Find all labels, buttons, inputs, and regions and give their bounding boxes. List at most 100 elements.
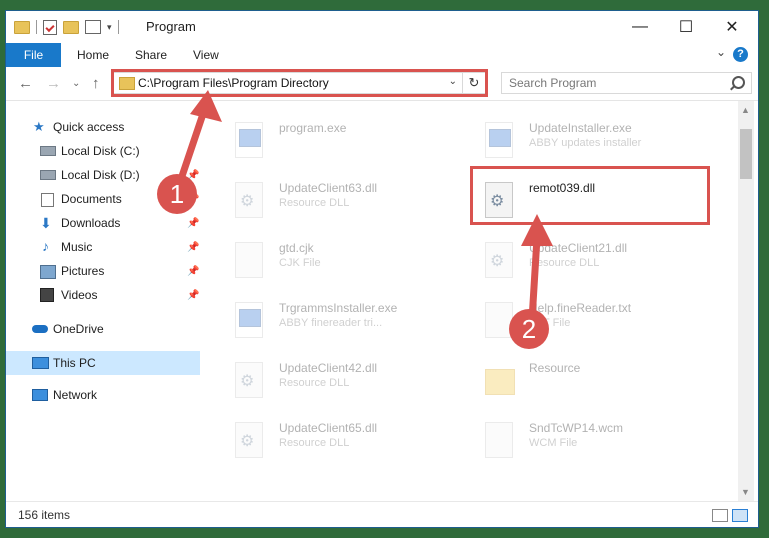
- separator: [36, 20, 37, 34]
- forward-button[interactable]: →: [46, 75, 61, 92]
- file-type: Resource DLL: [279, 377, 350, 389]
- file-name: UpdateClient65.dll: [279, 421, 378, 435]
- back-button[interactable]: ←: [18, 75, 33, 92]
- file-name: UpdateClient63.dll: [279, 181, 378, 195]
- file-name: Resource: [529, 361, 581, 375]
- file-item[interactable]: UpdateClient65.dll Resource DLL: [227, 417, 467, 467]
- dll-icon: [235, 422, 263, 458]
- sidebar-item-label: This PC: [53, 356, 96, 370]
- star-icon: ★: [33, 119, 45, 134]
- file-item[interactable]: program.exe: [227, 117, 467, 167]
- scroll-thumb[interactable]: [740, 129, 752, 179]
- file-type: Resource DLL: [279, 437, 350, 449]
- pin-icon: 📌: [187, 241, 200, 253]
- file-type: ABBY finereader tri...: [279, 317, 383, 329]
- customize-dropdown-icon[interactable]: ▾: [107, 22, 112, 33]
- exe-icon: [485, 122, 513, 158]
- file-item[interactable]: UpdateClient42.dll Resource DLL: [227, 357, 467, 407]
- file-name: program.exe: [279, 121, 347, 135]
- file-item[interactable]: TrgrammsInstaller.exe ABBY finereader tr…: [227, 297, 467, 347]
- file-icon: [485, 422, 513, 458]
- sidebar-item-network[interactable]: Network: [6, 383, 200, 407]
- download-icon: ⬇: [40, 215, 52, 231]
- step-1-badge: 1: [157, 174, 197, 214]
- file-name: UpdateClient42.dll: [279, 361, 378, 375]
- properties-icon[interactable]: [43, 19, 57, 35]
- dll-icon: [235, 182, 263, 218]
- music-icon: ♪: [42, 238, 49, 254]
- scroll-up-icon[interactable]: ▲: [741, 105, 750, 115]
- sidebar-item-label: Network: [53, 388, 98, 402]
- file-icon: [235, 242, 263, 278]
- sidebar-item-onedrive[interactable]: OneDrive: [6, 317, 200, 341]
- help-icon[interactable]: ?: [733, 47, 748, 62]
- file-list: program.exe UpdateInstaller.exe ABBY upd…: [202, 101, 738, 501]
- drive-icon: [40, 146, 56, 156]
- expand-ribbon-icon[interactable]: ⌄: [716, 45, 726, 59]
- file-item[interactable]: SndTcWP14.wcm WCM File: [477, 417, 717, 467]
- folder-icon[interactable]: [14, 20, 30, 34]
- file-type: CJK File: [279, 257, 321, 269]
- pin-icon: 📌: [187, 265, 200, 277]
- file-name: gtd.cjk: [279, 241, 314, 255]
- details-view-icon[interactable]: [712, 509, 728, 522]
- up-button[interactable]: ↑: [92, 75, 100, 92]
- sidebar-item-pictures[interactable]: Pictures 📌: [6, 259, 200, 283]
- videos-icon: [40, 288, 54, 302]
- sidebar-item-label: Documents: [61, 192, 122, 206]
- sidebar-item-label: Quick access: [53, 120, 125, 134]
- search-input[interactable]: Search Program: [501, 72, 752, 94]
- view-icon[interactable]: [85, 20, 101, 34]
- recent-locations-button[interactable]: ⌄: [72, 78, 80, 89]
- drive-icon: [40, 170, 56, 180]
- folder-icon: [485, 369, 515, 395]
- sidebar-item-music[interactable]: ♪ Music 📌: [6, 235, 200, 259]
- exe-icon: [235, 122, 263, 158]
- pin-icon: 📌: [187, 217, 200, 229]
- minimize-button[interactable]: —: [617, 11, 663, 43]
- maximize-button[interactable]: ☐: [663, 11, 709, 43]
- cloud-icon: [32, 325, 48, 333]
- step-2-badge: 2: [509, 309, 549, 349]
- item-count: 156 items: [18, 508, 71, 522]
- tab-share[interactable]: Share: [135, 43, 167, 67]
- sidebar-item-label: Local Disk (C:): [61, 144, 140, 158]
- file-item[interactable]: gtd.cjk CJK File: [227, 237, 467, 287]
- computer-icon: [32, 357, 49, 369]
- vertical-scrollbar[interactable]: ▲ ▼: [738, 101, 754, 501]
- new-folder-icon[interactable]: [63, 20, 79, 34]
- file-type: ABBY updates installer: [529, 137, 642, 149]
- sidebar-item-downloads[interactable]: ⬇ Downloads 📌: [6, 211, 200, 235]
- sidebar-item-label: Local Disk (D:): [61, 168, 140, 182]
- dll-icon: [235, 362, 263, 398]
- file-name: UpdateInstaller.exe: [529, 121, 632, 135]
- tab-home[interactable]: Home: [77, 43, 109, 67]
- scroll-down-icon[interactable]: ▼: [741, 487, 750, 497]
- ribbon-tabs: File Home Share View ⌄ ?: [6, 43, 758, 93]
- search-placeholder: Search Program: [509, 76, 597, 90]
- network-icon: [32, 389, 48, 401]
- pictures-icon: [40, 265, 56, 279]
- title-bar: ▾ Program — ☐ ✕: [6, 11, 758, 43]
- exe-icon: [235, 302, 263, 338]
- tab-view[interactable]: View: [193, 43, 219, 67]
- file-name: TrgrammsInstaller.exe: [279, 301, 398, 315]
- large-icons-view-icon[interactable]: [732, 509, 748, 522]
- quick-access-toolbar: ▾: [14, 19, 119, 35]
- file-name: SndTcWP14.wcm: [529, 421, 624, 435]
- sidebar-item-this-pc[interactable]: This PC: [6, 351, 200, 375]
- close-button[interactable]: ✕: [709, 11, 755, 43]
- sidebar-item-label: Downloads: [61, 216, 121, 230]
- file-type: WCM File: [529, 437, 578, 449]
- sidebar-item-label: OneDrive: [53, 322, 104, 336]
- file-type: Resource DLL: [279, 197, 350, 209]
- sidebar-item-label: Pictures: [61, 264, 105, 278]
- status-bar: 156 items: [6, 501, 758, 527]
- search-icon: [732, 76, 745, 89]
- file-item[interactable]: UpdateClient63.dll Resource DLL: [227, 177, 467, 227]
- file-item[interactable]: UpdateInstaller.exe ABBY updates install…: [477, 117, 717, 167]
- sidebar-item-videos[interactable]: Videos 📌: [6, 283, 200, 307]
- documents-icon: [41, 193, 54, 207]
- file-item[interactable]: Resource: [477, 357, 717, 407]
- sidebar-item-label: Videos: [61, 288, 98, 302]
